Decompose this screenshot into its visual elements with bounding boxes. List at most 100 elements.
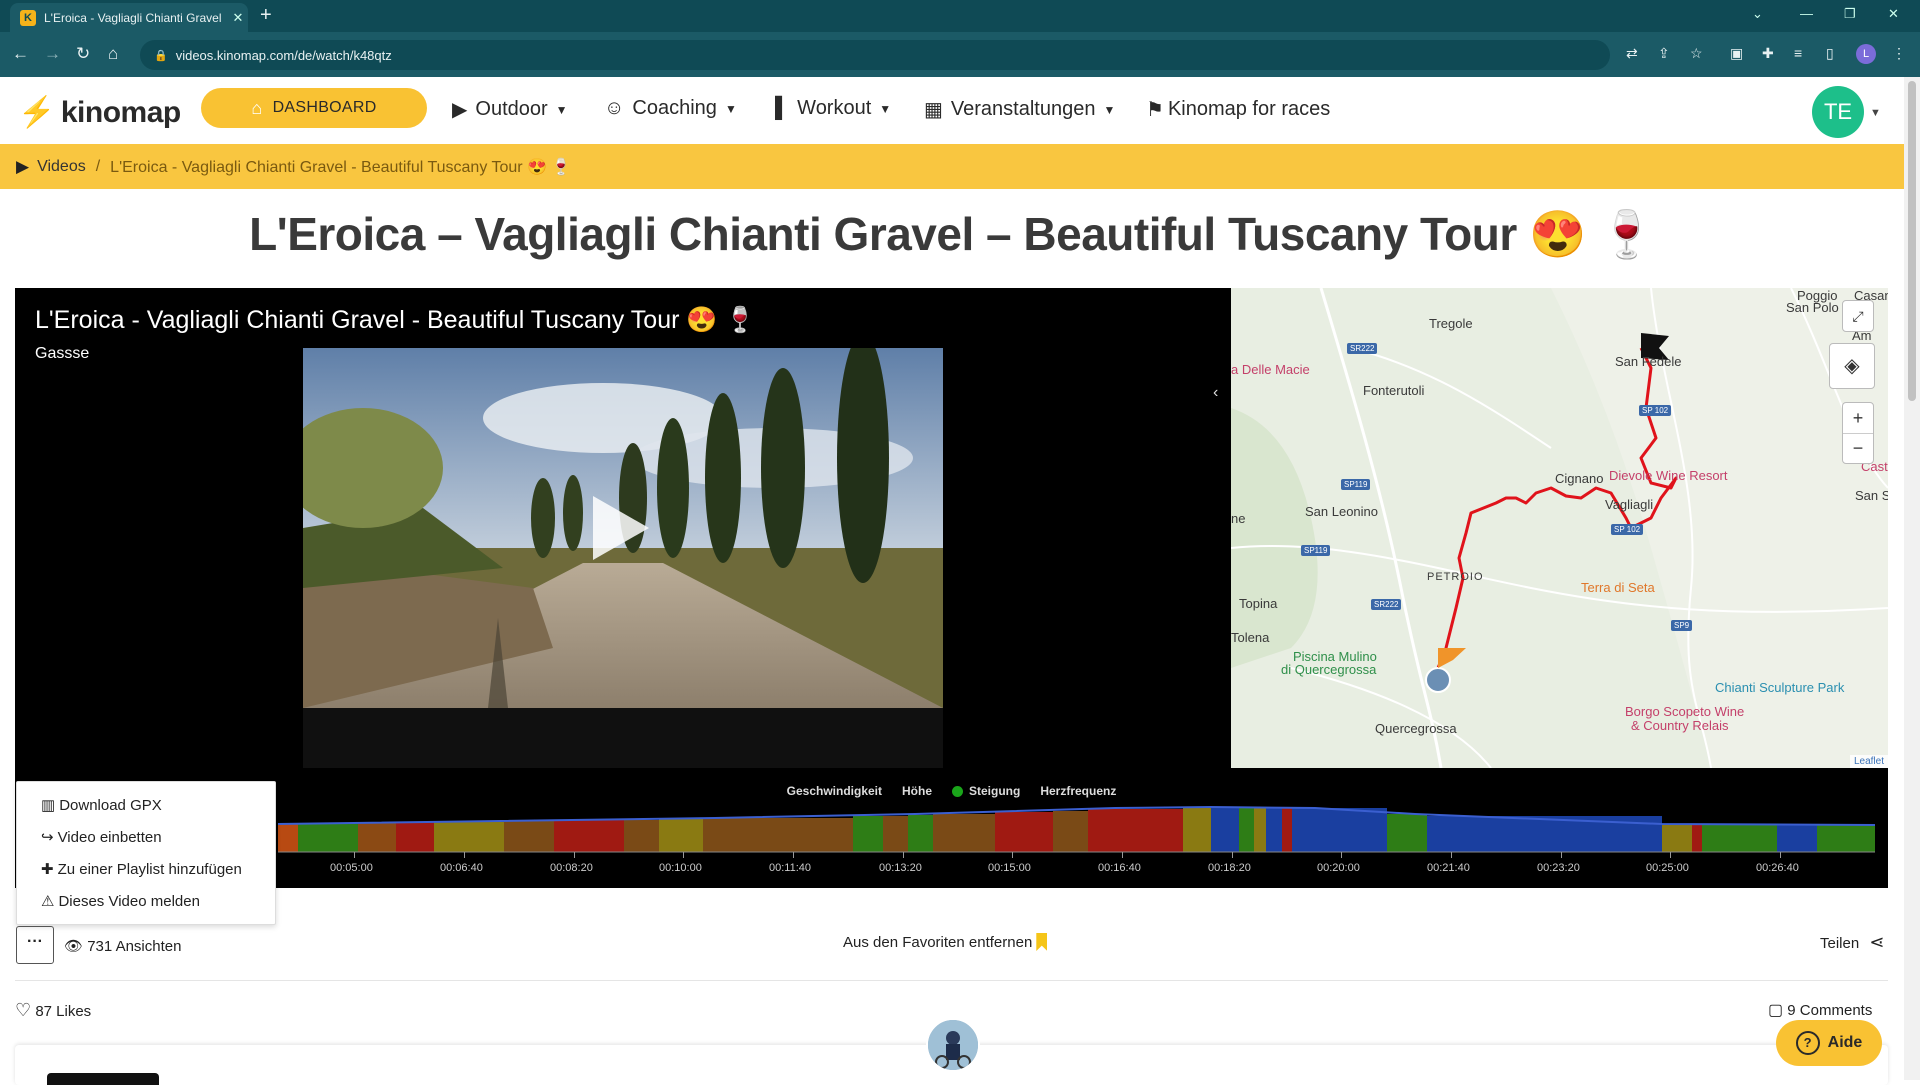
menu-report-video[interactable]: ⚠ Dieses Video melden [41, 892, 200, 910]
like-button[interactable]: ♡ 87 Likes [15, 1000, 91, 1021]
bar-chart-icon: ▌ [775, 97, 790, 119]
scrollbar-thumb[interactable] [1908, 81, 1916, 401]
menu-outdoor[interactable]: ▶ Outdoor ▼ [452, 97, 568, 122]
menu-add-playlist[interactable]: ✚ Zu einer Playlist hinzufügen [41, 860, 242, 878]
browser-toolbar: ← → ↻ ⌂ 🔒 videos.kinomap.com/de/watch/k4… [0, 32, 1920, 77]
eye-icon: 👁 [64, 938, 84, 955]
zoom-in-button[interactable]: + [1843, 403, 1873, 434]
translate-icon[interactable]: ⇄ [1626, 45, 1638, 62]
caret-down-icon: ▼ [1103, 102, 1116, 117]
menu-workout[interactable]: ▌ Workout ▼ [775, 97, 891, 120]
remove-favorite-button[interactable]: Aus den Favoriten entfernen [843, 933, 1048, 951]
comment-icon: ▢ [1768, 1002, 1784, 1019]
home-icon[interactable]: ⌂ [108, 44, 118, 64]
menu-embed-video[interactable]: ↪ Video einbetten [41, 828, 162, 846]
address-bar[interactable]: 🔒 videos.kinomap.com/de/watch/k48qtz [140, 40, 1610, 70]
map-label: Quercegrossa [1375, 721, 1457, 736]
restore-icon[interactable]: ❐ [1844, 6, 1856, 22]
close-tab-icon[interactable]: ✕ [228, 10, 248, 26]
map-label: Cignano [1555, 471, 1604, 486]
tab-search-icon[interactable]: ⌄ [1752, 6, 1763, 22]
caret-down-icon: ▼ [879, 101, 892, 116]
route-map[interactable]: Poggio San Polo Casano Tregole a Delle M… [1231, 288, 1888, 768]
player-author[interactable]: Gassse [35, 345, 89, 363]
time-tick: 00:11:40 [769, 862, 812, 874]
side-panel-icon[interactable]: ▯ [1826, 45, 1834, 62]
map-poi: Chianti Sculpture Park [1715, 680, 1845, 695]
menu-races[interactable]: ⚑ Kinomap for races [1146, 97, 1330, 122]
reload-icon[interactable]: ↻ [76, 44, 90, 64]
map-poi: Borgo Scopeto Wine [1625, 704, 1745, 719]
layers-icon[interactable]: ◈ [1829, 343, 1875, 389]
leaflet-attribution[interactable]: Leaflet [1849, 755, 1888, 768]
time-tick: 00:05:00 [330, 862, 373, 874]
tick-mark [1451, 852, 1452, 858]
puzzle-extensions-icon[interactable]: ✚ [1762, 45, 1774, 62]
zoom-control: + − [1842, 402, 1874, 464]
map-label: Vagliagli [1605, 497, 1654, 512]
elevation-chart[interactable]: Geschwindigkeit Höhe Steigung Herzfreque… [15, 768, 1888, 888]
tick-mark [464, 852, 465, 858]
reading-list-icon[interactable]: ≡ [1794, 45, 1802, 61]
card-tab[interactable] [47, 1073, 159, 1085]
share-button[interactable]: Teilen ⋖ [1820, 932, 1884, 953]
road-badge: SP119 [1341, 479, 1371, 490]
more-actions-menu: ▥ Download GPX ↪ Video einbetten ✚ Zu einer… [16, 781, 276, 925]
tick-mark [1232, 852, 1233, 858]
back-icon[interactable]: ← [12, 44, 29, 64]
browser-tab[interactable]: K L'Eroica - Vagliagli Chianti Gravel ✕ [10, 3, 248, 32]
close-window-icon[interactable]: ✕ [1888, 6, 1899, 22]
caret-down-icon[interactable]: ▼ [1870, 107, 1881, 119]
time-tick: 00:20:00 [1317, 862, 1360, 874]
menu-races-label: Kinomap for races [1167, 98, 1331, 120]
view-count: 👁 731 Ansichten [64, 938, 182, 955]
more-actions-button[interactable]: ··· [16, 926, 54, 964]
user-avatar[interactable]: TE [1812, 86, 1864, 138]
tick-mark [903, 852, 904, 858]
minimize-icon[interactable]: — [1800, 6, 1813, 21]
page-scrollbar[interactable] [1904, 77, 1920, 1080]
menu-veranstaltungen[interactable]: ▦ Veranstaltungen ▼ [924, 97, 1115, 122]
map-label: San Fedele [1615, 354, 1682, 369]
bookmark-star-icon[interactable]: ☆ [1690, 45, 1703, 62]
map-tiles [1231, 288, 1888, 768]
menu-coaching[interactable]: ☺ Coaching ▼ [604, 97, 737, 120]
forward-icon[interactable]: → [44, 44, 61, 64]
share-icon: ⋖ [1869, 932, 1885, 952]
menu-download-gpx[interactable]: ▥ Download GPX [41, 796, 162, 814]
uploader-avatar[interactable] [926, 1018, 980, 1072]
share-page-icon[interactable]: ⇪ [1658, 45, 1670, 62]
video-player[interactable]: L'Eroica - Vagliagli Chianti Gravel - Be… [15, 288, 1231, 768]
fullscreen-icon[interactable]: ⤢ [1842, 300, 1874, 332]
new-tab-icon[interactable]: + [260, 4, 272, 27]
collapse-panel-icon[interactable]: ‹ [1213, 384, 1218, 402]
zoom-out-button[interactable]: − [1843, 434, 1873, 463]
map-icon: ▥ [41, 797, 56, 814]
menu-veranstaltungen-label: Veranstaltungen [950, 98, 1096, 120]
video-frame[interactable] [303, 348, 943, 768]
uploader-photo [928, 1020, 978, 1070]
time-tick: 00:26:40 [1756, 862, 1799, 874]
bookmark-icon [1036, 933, 1048, 951]
road-badge: SR222 [1371, 599, 1402, 610]
tick-mark [1012, 852, 1013, 858]
coach-icon: ☺ [604, 97, 625, 119]
map-poi: di Quercegrossa [1281, 662, 1377, 677]
lock-icon: 🔒 [154, 49, 168, 62]
breadcrumb-current: L'Eroica - Vagliagli Chianti Gravel - Be… [110, 158, 572, 176]
breadcrumb-videos[interactable]: Videos [37, 158, 86, 176]
divider [15, 980, 1888, 981]
browser-tab-strip: K L'Eroica - Vagliagli Chianti Gravel ✕ … [0, 0, 1920, 32]
browser-profile-avatar[interactable]: L [1856, 44, 1876, 64]
road-badge: SP 102 [1611, 524, 1644, 535]
comments-link[interactable]: ▢ 9 Comments [1768, 1000, 1872, 1020]
dashboard-button[interactable]: ⌂ DASHBOARD [201, 88, 427, 128]
browser-menu-icon[interactable]: ⋮ [1892, 45, 1906, 62]
map-label: San Polo [1786, 300, 1839, 315]
play-icon[interactable] [593, 496, 649, 560]
slope-profile [277, 805, 1876, 853]
extension-icon[interactable]: ▣ [1730, 45, 1743, 62]
kinomap-logo[interactable]: ⚡ kinomap [18, 95, 181, 130]
help-button[interactable]: ? Aide [1776, 1020, 1882, 1066]
tick-mark [574, 852, 575, 858]
